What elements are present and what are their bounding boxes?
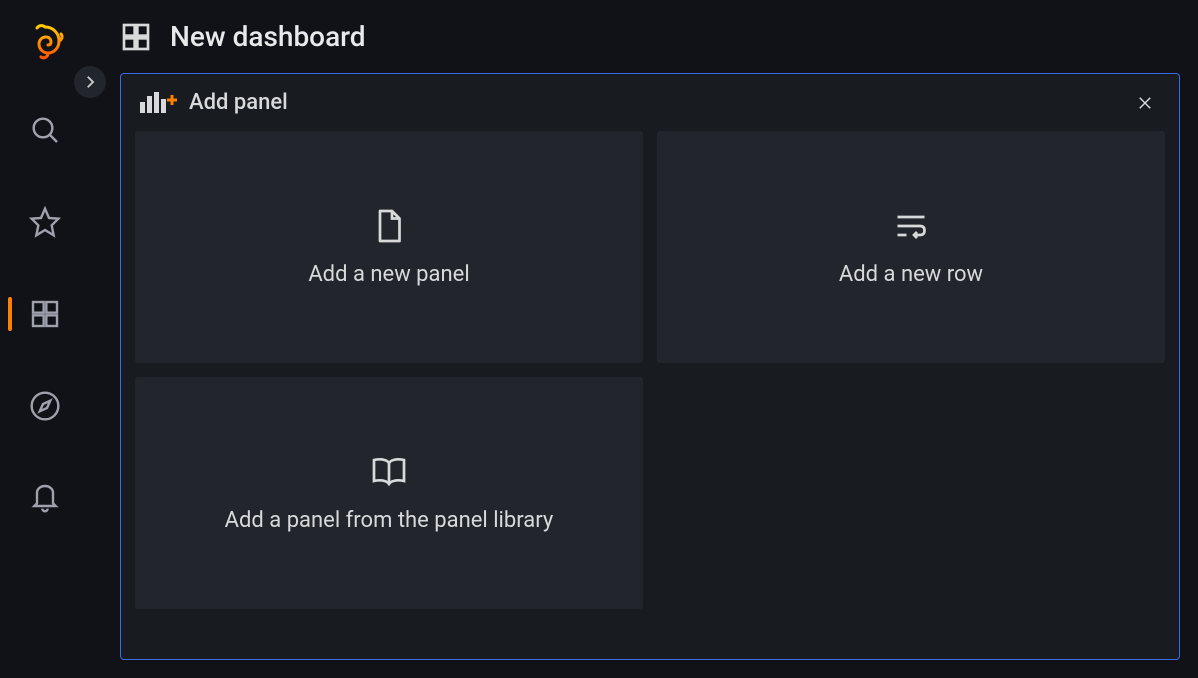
option-add-new-panel[interactable]: Add a new panel	[135, 131, 643, 363]
grafana-logo[interactable]	[25, 23, 65, 63]
file-icon	[371, 208, 407, 244]
chevron-right-icon	[81, 73, 99, 91]
page-title: New dashboard	[170, 20, 366, 53]
sidebar-item-favorites[interactable]	[0, 197, 90, 247]
star-icon	[29, 206, 61, 238]
option-add-new-row[interactable]: Add a new row	[657, 131, 1165, 363]
panel-header: Add panel	[135, 74, 1165, 131]
panel-options-grid: Add a new panel Add a new row Add a pane…	[135, 131, 1165, 609]
wrap-text-icon	[893, 208, 929, 244]
compass-icon	[29, 390, 61, 422]
book-open-icon	[371, 454, 407, 490]
close-button[interactable]	[1133, 91, 1157, 115]
option-label: Add a new panel	[308, 262, 469, 287]
main-content: New dashboard Add panel	[90, 0, 1198, 678]
option-label: Add a panel from the panel library	[225, 508, 554, 533]
sidebar-item-alerts[interactable]	[0, 473, 90, 523]
expand-sidebar-button[interactable]	[74, 66, 106, 98]
dashboard-grid-icon	[120, 21, 152, 53]
sidebar-item-explore[interactable]	[0, 381, 90, 431]
panel-title: Add panel	[189, 90, 288, 115]
add-panel-container: Add panel Add a new panel	[120, 73, 1180, 660]
option-add-from-library[interactable]: Add a panel from the panel library	[135, 377, 643, 609]
add-panel-icon	[139, 92, 179, 114]
close-icon	[1136, 94, 1154, 112]
page-header: New dashboard	[90, 10, 1198, 73]
search-icon	[29, 114, 61, 146]
dashboard-grid-icon	[29, 298, 61, 330]
sidebar-item-search[interactable]	[0, 105, 90, 155]
option-label: Add a new row	[839, 262, 983, 287]
sidebar-item-dashboards[interactable]	[0, 289, 90, 339]
bell-icon	[29, 482, 61, 514]
sidebar	[0, 0, 90, 678]
